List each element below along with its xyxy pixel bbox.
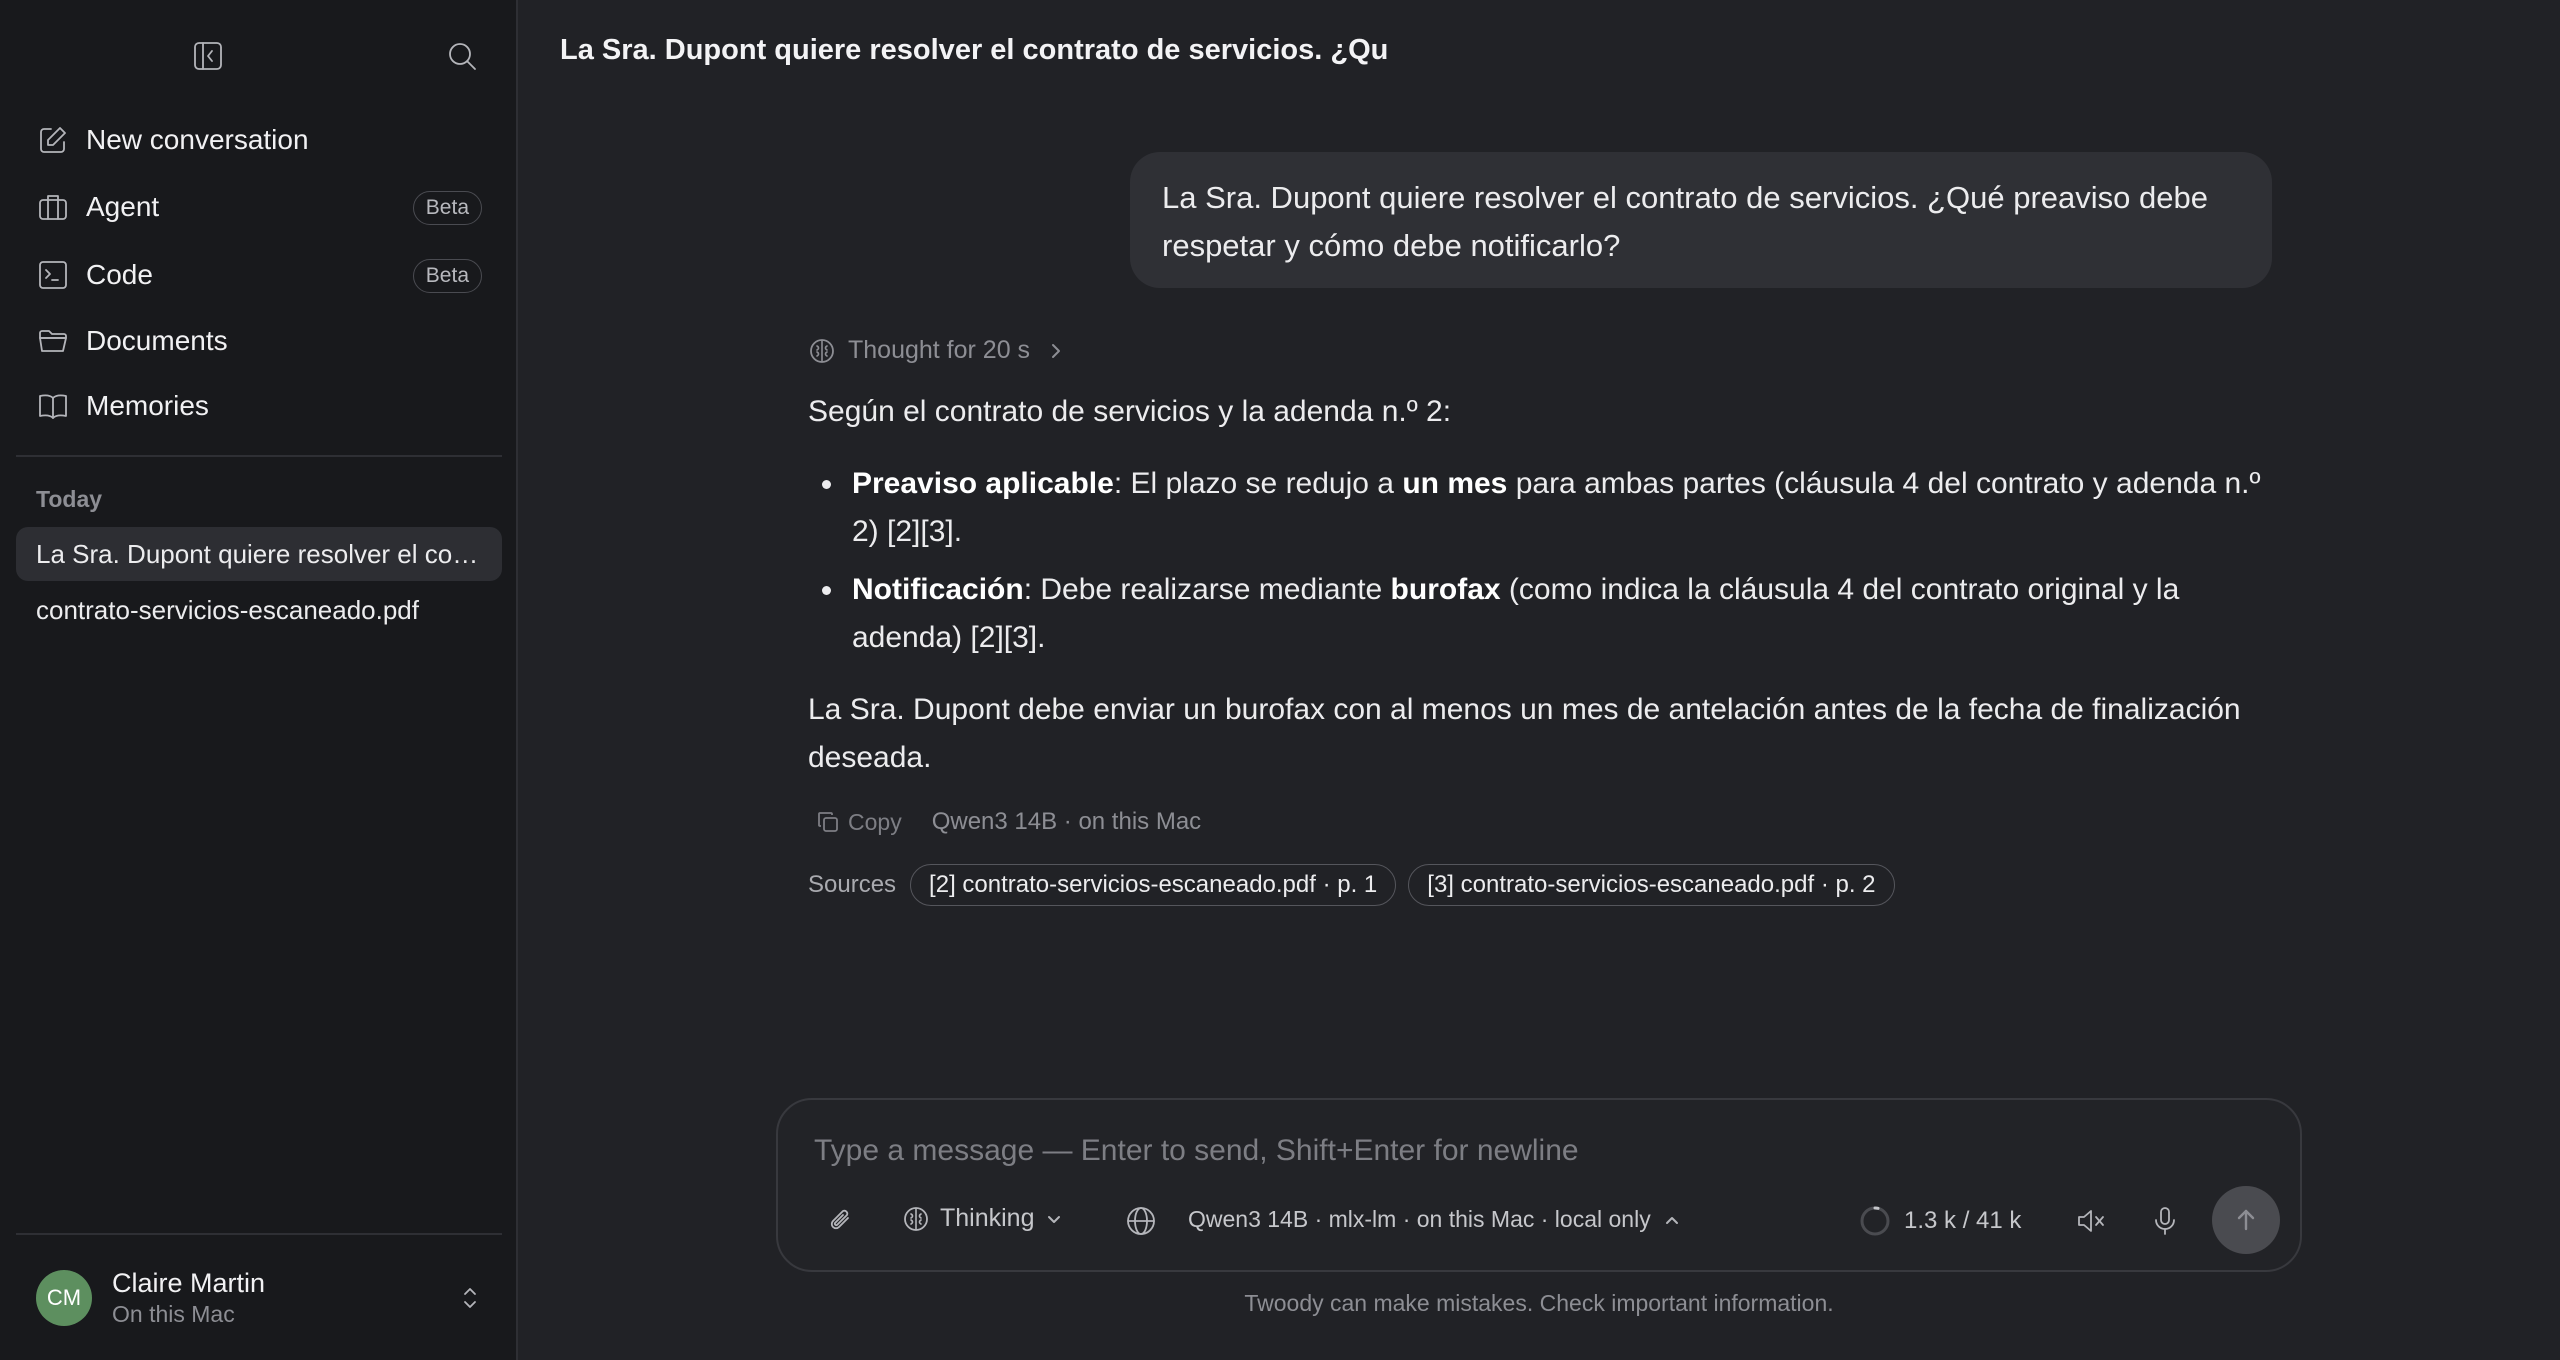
answer-bullet: Preaviso aplicable: El plazo se redujo a…	[808, 460, 2288, 556]
microphone-icon[interactable]	[2148, 1204, 2182, 1238]
conversation-title: La Sra. Dupont quiere resolver el contra…	[36, 538, 491, 569]
answer-conclusion: La Sra. Dupont debe enviar un burofax co…	[808, 693, 2241, 774]
nav-label: Documents	[86, 325, 228, 356]
sources-row: Sources [2] contrato-servicios-escaneado…	[808, 864, 1907, 906]
context-usage: 1.3 k / 41 k	[1858, 1204, 2021, 1238]
user-name: Claire Martin	[112, 1268, 266, 1298]
composer: Type a message — Enter to send, Shift+En…	[776, 1098, 2302, 1272]
nav-label: Memories	[86, 390, 209, 421]
bold-term: un mes	[1402, 467, 1508, 500]
thought-toggle[interactable]: Thought for 20 s	[808, 336, 1066, 365]
copy-button[interactable]: Copy	[816, 809, 902, 836]
context-ring-icon	[1858, 1204, 1892, 1238]
arrow-up-icon	[2231, 1205, 2261, 1235]
user-message: La Sra. Dupont quiere resolver el contra…	[1130, 152, 2272, 288]
chat-main: La Sra. Dupont quiere resolver el contra…	[520, 0, 2560, 1360]
bullet-text: : Debe realizarse mediante	[1023, 573, 1391, 606]
web-search-icon[interactable]	[1124, 1204, 1158, 1238]
brain-icon	[902, 1205, 930, 1233]
chevron-up-icon	[1663, 1211, 1681, 1229]
answer-bullet: Notificación: Debe realizarse mediante b…	[808, 566, 2288, 662]
thinking-label: Thinking	[940, 1204, 1035, 1232]
beta-badge: Beta	[412, 191, 482, 225]
assistant-answer: Según el contrato de servicios y la aden…	[808, 388, 2288, 806]
conversation-item[interactable]: La Sra. Dupont quiere resolver el contra…	[16, 527, 502, 581]
copy-icon	[816, 810, 840, 834]
sources-label: Sources	[808, 871, 897, 898]
page-title: La Sra. Dupont quiere resolver el contra…	[560, 34, 1389, 66]
bold-term: Preaviso aplicable	[852, 467, 1114, 500]
conversation-title: contrato-servicios-escaneado.pdf	[36, 594, 419, 625]
chevron-up-down-icon	[454, 1282, 486, 1314]
sidebar: New conversation Agent Beta Code Beta Do…	[0, 0, 518, 1360]
copy-label: Copy	[848, 808, 902, 835]
thought-label: Thought for 20 s	[848, 336, 1031, 364]
user-subtitle: On this Mac	[112, 1301, 235, 1327]
nav-agent[interactable]: Agent Beta	[16, 179, 502, 235]
beta-badge: Beta	[412, 259, 482, 293]
bullet-text: : El plazo se redujo a	[1113, 467, 1403, 500]
book-icon	[36, 389, 70, 423]
token-count: 1.3 k / 41 k	[1904, 1207, 2022, 1234]
brain-icon	[808, 337, 836, 365]
answer-intro: Según el contrato de servicios y la aden…	[808, 395, 1452, 428]
nav-memories[interactable]: Memories	[16, 378, 502, 434]
nav-new-conversation[interactable]: New conversation	[16, 112, 502, 168]
nav-code[interactable]: Code Beta	[16, 247, 502, 303]
answer-list: Preaviso aplicable: El plazo se redujo a…	[808, 460, 2288, 662]
section-label-today: Today	[36, 486, 103, 512]
nav-label: New conversation	[86, 124, 309, 155]
send-button[interactable]	[2212, 1186, 2280, 1254]
mute-speaker-icon[interactable]	[2074, 1204, 2108, 1238]
nav-label: Code	[86, 259, 153, 290]
avatar: CM	[36, 1270, 92, 1326]
sidebar-divider	[16, 455, 502, 457]
composer-toolbar: Thinking Qwen3 14B · mlx-lm · on this Ma…	[778, 1186, 2300, 1256]
compose-icon	[36, 123, 70, 157]
model-selector-label: Qwen3 14B · mlx-lm · on this Mac · local…	[1188, 1206, 1651, 1232]
source-chip[interactable]: [3] contrato-servicios-escaneado.pdf · p…	[1408, 864, 1895, 906]
nav-documents[interactable]: Documents	[16, 313, 502, 369]
user-menu[interactable]: CM Claire Martin On this Mac	[36, 1268, 486, 1328]
disclaimer: Twoody can make mistakes. Check importan…	[1244, 1290, 1834, 1316]
folder-icon	[36, 324, 70, 358]
message-input[interactable]: Type a message — Enter to send, Shift+En…	[814, 1134, 1579, 1168]
attach-icon[interactable]	[824, 1204, 858, 1238]
message-actions: Copy Qwen3 14B · on this Mac	[816, 808, 1201, 836]
source-chip[interactable]: [2] contrato-servicios-escaneado.pdf · p…	[910, 864, 1397, 906]
search-icon[interactable]	[444, 38, 480, 74]
conversation-item[interactable]: contrato-servicios-escaneado.pdf	[16, 583, 502, 637]
model-selector[interactable]: Qwen3 14B · mlx-lm · on this Mac · local…	[1188, 1206, 1681, 1233]
chevron-down-icon	[1045, 1210, 1063, 1228]
thinking-mode-dropdown[interactable]: Thinking	[902, 1204, 1063, 1233]
chevron-right-icon	[1046, 341, 1066, 361]
briefcase-icon	[36, 190, 70, 224]
bold-term: burofax	[1390, 573, 1501, 606]
nav-label: Agent	[86, 191, 160, 222]
terminal-icon	[36, 258, 70, 292]
sidebar-divider	[16, 1233, 502, 1235]
model-meta: Qwen3 14B · on this Mac	[931, 808, 1202, 835]
bold-term: Notificación	[852, 573, 1024, 606]
toggle-sidebar-icon[interactable]	[190, 38, 226, 74]
